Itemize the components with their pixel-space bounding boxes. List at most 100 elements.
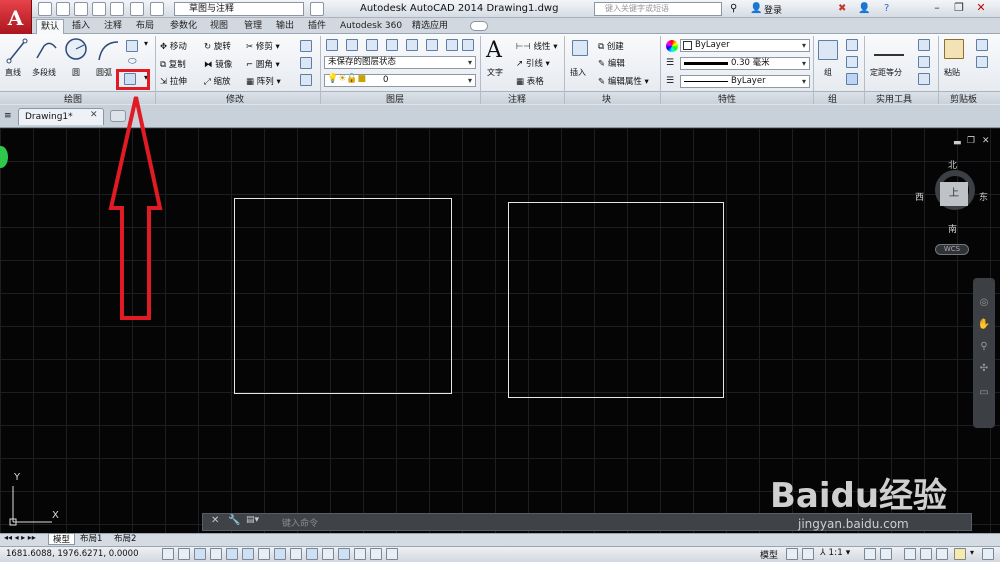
utilities-panel-title[interactable]: 实用工具 — [876, 92, 912, 105]
viewport-close-icon[interactable]: ✕ — [982, 136, 990, 146]
mirror-button[interactable]: ⧓ 镜像 — [204, 58, 232, 70]
close-cmd-icon[interactable]: ✕ — [211, 515, 219, 526]
application-menu-button[interactable]: A — [0, 0, 32, 36]
user-icon[interactable]: 👤 — [750, 3, 762, 14]
linear-dimension-button[interactable]: ⊢⊣ 线性 ▾ — [516, 40, 558, 52]
drawn-rectangle[interactable] — [234, 198, 452, 394]
annotation-visibility-icon[interactable] — [864, 548, 876, 560]
tab-model[interactable]: 模型 — [48, 533, 76, 545]
dynamic-ucs-icon[interactable] — [290, 548, 302, 560]
infer-constraints-icon[interactable] — [162, 548, 174, 560]
create-block-button[interactable]: ⧉ 创建 — [598, 40, 624, 52]
tab-featured-apps[interactable]: 精选应用 — [408, 19, 452, 34]
annotation-monitor-icon[interactable] — [386, 548, 398, 560]
redo-icon[interactable] — [150, 2, 164, 16]
measure-icon[interactable] — [874, 42, 904, 56]
tab-view[interactable]: 视图 — [206, 19, 232, 34]
rectangle-icon[interactable] — [126, 40, 138, 52]
layer-off-icon[interactable] — [406, 39, 418, 51]
help-icon[interactable]: ? — [884, 3, 889, 14]
workspace-switch-icon[interactable] — [904, 548, 916, 560]
viewcube-top-face[interactable]: 上 — [940, 182, 968, 206]
layer-state-icon[interactable] — [346, 39, 358, 51]
cursor-coordinates[interactable]: 1681.6088, 1976.6271, 0.0000 — [6, 549, 138, 559]
paste-icon[interactable] — [944, 39, 964, 59]
clipboard-panel-title[interactable]: 剪贴板 — [950, 92, 977, 105]
orbit-icon[interactable]: ✣ — [977, 362, 991, 376]
offset-icon[interactable] — [300, 74, 312, 86]
ungroup-icon[interactable] — [846, 39, 858, 51]
open-file-icon[interactable] — [56, 2, 70, 16]
group-button-label[interactable]: 组 — [824, 67, 832, 78]
compass-west[interactable]: 西 — [915, 190, 924, 203]
compass-east[interactable]: 东 — [979, 190, 988, 203]
groups-panel-title[interactable]: 组 — [828, 92, 837, 105]
clean-screen-icon[interactable] — [982, 548, 994, 560]
rotate-button[interactable]: ↻ 旋转 — [204, 40, 231, 52]
explode-icon[interactable] — [300, 57, 312, 69]
draw-more-dropdown-icon[interactable]: ▾ — [144, 39, 148, 48]
binoculars-icon[interactable]: ⚲ — [730, 3, 737, 14]
polyline-button-label[interactable]: 多段线 — [32, 67, 56, 78]
layer-freeze-icon[interactable] — [386, 39, 398, 51]
status-menu-icon[interactable]: ▾ — [970, 548, 974, 557]
ribbon-toggle-icon[interactable] — [470, 21, 488, 31]
layer-isolate-icon[interactable] — [366, 39, 378, 51]
layer-unlock-icon[interactable] — [462, 39, 474, 51]
paste-button-label[interactable]: 粘贴 — [944, 67, 960, 78]
polar-tracking-icon[interactable] — [226, 548, 238, 560]
new-file-icon[interactable] — [38, 2, 52, 16]
compass-south[interactable]: 南 — [948, 222, 957, 235]
stretch-button[interactable]: ⇲ 拉伸 — [160, 75, 187, 87]
annotation-panel-title[interactable]: 注释 — [508, 92, 526, 105]
array-button[interactable]: ▦ 阵列 ▾ — [246, 75, 281, 87]
workspace-dropdown[interactable]: 草图与注释 — [174, 2, 304, 16]
drawn-rectangle[interactable] — [508, 202, 724, 398]
leader-button[interactable]: ↗ 引线 ▾ — [516, 57, 550, 69]
isolate-objects-icon[interactable] — [954, 548, 966, 560]
dimension-style-icon[interactable] — [310, 2, 324, 16]
line-icon[interactable] — [6, 38, 28, 64]
close-tab-icon[interactable]: ✕ — [90, 110, 98, 120]
print-icon[interactable] — [110, 2, 124, 16]
restore-icon[interactable]: ❐ — [952, 1, 966, 15]
model-space-button[interactable]: 模型 — [760, 548, 778, 561]
tab-default[interactable]: 默认 — [36, 19, 65, 34]
quick-properties-icon[interactable] — [354, 548, 366, 560]
hardware-acceleration-icon[interactable] — [936, 548, 948, 560]
tab-autodesk-360[interactable]: Autodesk 360 — [336, 19, 406, 34]
selection-cycling-icon[interactable] — [370, 548, 382, 560]
calculator-icon[interactable] — [918, 73, 930, 85]
tab-output[interactable]: 输出 — [272, 19, 298, 34]
close-icon[interactable]: ✕ — [974, 1, 988, 15]
copy-button[interactable]: ⧉ 复制 — [160, 58, 186, 70]
circle-icon[interactable] — [64, 37, 88, 61]
annotation-scale[interactable]: ⅄ 1:1 ▾ — [820, 548, 850, 558]
viewport-restore-icon[interactable]: ❐ — [967, 136, 975, 146]
grid-display-icon[interactable] — [194, 548, 206, 560]
layout-nav-arrows[interactable]: ◂◂ ◂ ▸ ▸▸ — [4, 533, 36, 542]
tab-layout2[interactable]: 布局2 — [110, 533, 140, 545]
quick-view-layouts-icon[interactable] — [786, 548, 798, 560]
scale-button[interactable]: ⤢ 缩放 — [204, 75, 231, 87]
line-button-label[interactable]: 直线 — [5, 67, 21, 78]
lineweight-toggle-icon[interactable] — [322, 548, 334, 560]
snap-mode-icon[interactable] — [178, 548, 190, 560]
layer-state-dropdown[interactable]: 未保存的图层状态 — [324, 56, 476, 69]
tab-layout1[interactable]: 布局1 — [76, 533, 106, 545]
id-point-icon[interactable] — [918, 56, 930, 68]
measure-button-label[interactable]: 定距等分 — [870, 67, 902, 78]
transparency-icon[interactable] — [338, 548, 350, 560]
tab-plugins[interactable]: 插件 — [304, 19, 330, 34]
dynamic-input-icon[interactable] — [306, 548, 318, 560]
pan-icon[interactable]: ✋ — [977, 318, 991, 332]
insert-block-icon[interactable] — [572, 40, 588, 56]
object-snap-tracking-icon[interactable] — [274, 548, 286, 560]
arc-icon[interactable] — [96, 38, 120, 62]
properties-panel-title[interactable]: 特性 — [718, 92, 736, 105]
wcs-menu[interactable]: WCS — [935, 244, 969, 255]
layer-match-icon[interactable] — [446, 39, 458, 51]
move-button[interactable]: ✥ 移动 — [160, 40, 187, 52]
compass-north[interactable]: 北 — [948, 158, 957, 171]
account-icon[interactable]: 👤 — [858, 3, 870, 14]
